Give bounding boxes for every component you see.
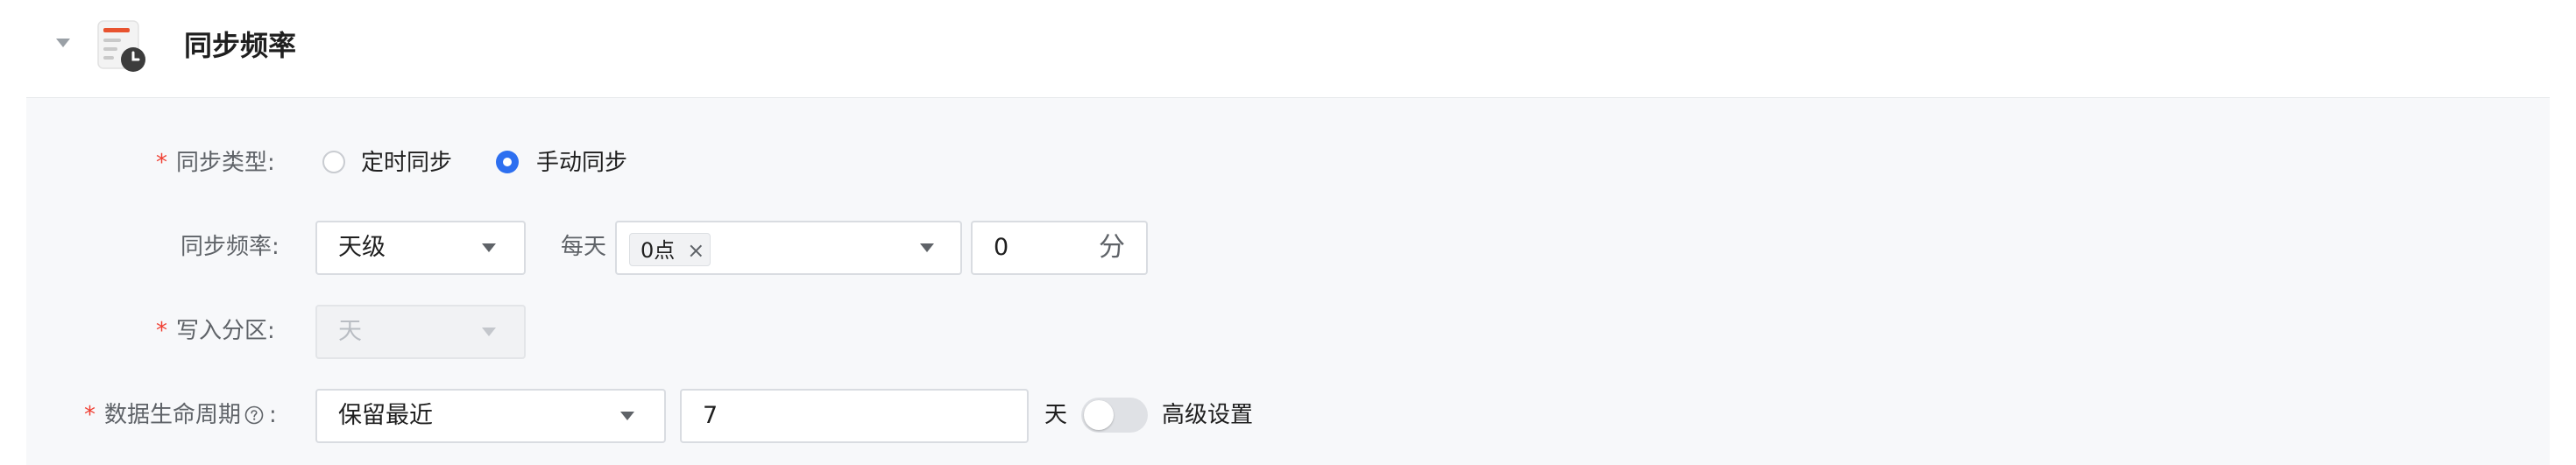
frequency-unit-select[interactable]: 天级 <box>315 221 526 275</box>
radio-manual-sync-label[interactable]: 手动同步 <box>536 147 627 179</box>
sync-frequency-label: 同步频率: <box>180 234 280 260</box>
advanced-settings-toggle[interactable] <box>1081 398 1148 433</box>
chevron-down-icon <box>620 412 634 420</box>
lifecycle-days-input[interactable]: 7 <box>680 389 1029 443</box>
radio-scheduled-sync-label[interactable]: 定时同步 <box>361 147 452 179</box>
chevron-down-icon <box>482 328 496 336</box>
chevron-down-icon <box>482 243 496 252</box>
advanced-settings-label: 高级设置 <box>1162 402 1254 428</box>
section-title: 同步频率 <box>184 29 297 62</box>
toggle-knob <box>1084 400 1114 430</box>
radio-manual-sync[interactable] <box>496 151 519 173</box>
lifecycle-mode-select[interactable]: 保留最近 <box>315 389 666 443</box>
required-asterisk: * <box>84 402 96 428</box>
required-asterisk: * <box>156 150 167 176</box>
sync-frequency-panel: * 同步类型: 定时同步 手动同步 同步频率: 天级 每天 0点 × 0 分 * 写入… <box>26 97 2550 465</box>
section-header: 同步频率 <box>0 0 2576 96</box>
write-partition-select: 天 <box>315 305 526 359</box>
sync-type-label: * 同步类型: <box>156 150 275 176</box>
lifecycle-days-value: 7 <box>703 402 718 429</box>
lifecycle-mode-value: 保留最近 <box>338 402 433 429</box>
frequency-unit-value: 天级 <box>338 234 386 261</box>
chevron-down-icon <box>920 243 934 252</box>
write-partition-value: 天 <box>338 318 362 345</box>
tag-close-icon[interactable]: × <box>687 238 704 263</box>
radio-scheduled-sync[interactable] <box>322 151 345 173</box>
help-icon[interactable] <box>244 405 264 425</box>
minute-input[interactable]: 0 分 <box>971 221 1148 275</box>
schedule-document-icon <box>97 20 145 72</box>
hour-tag: 0点 × <box>629 233 711 266</box>
required-asterisk: * <box>156 318 167 344</box>
data-lifecycle-label: * 数据生命周期: <box>84 402 277 428</box>
every-day-label: 每天 <box>561 234 607 260</box>
minute-suffix: 分 <box>1099 232 1125 263</box>
lifecycle-days-unit: 天 <box>1044 402 1068 428</box>
collapse-caret-icon[interactable] <box>56 39 70 47</box>
minute-value: 0 <box>994 234 1009 261</box>
hour-multi-select[interactable]: 0点 × <box>615 221 962 275</box>
write-partition-label: * 写入分区: <box>156 318 275 344</box>
